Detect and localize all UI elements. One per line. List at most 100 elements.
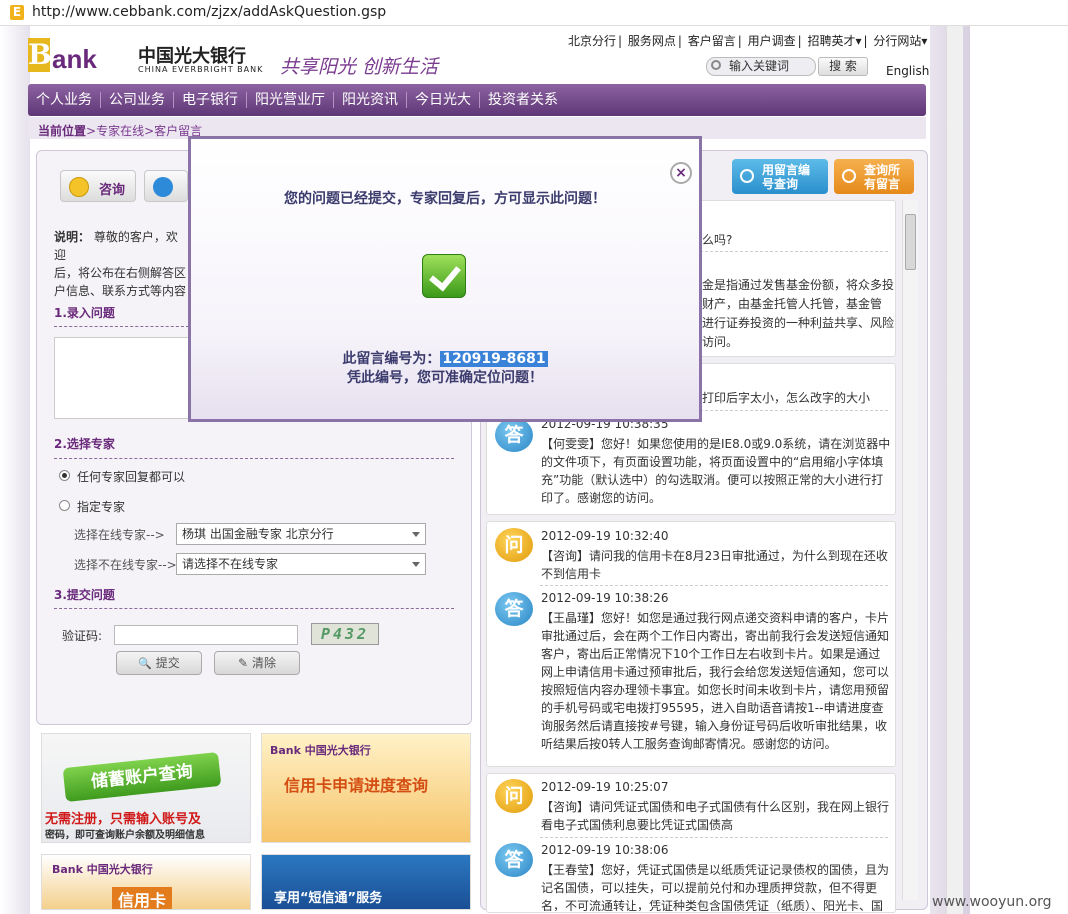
message-text: 【何雯雯】您好！如果您使用的是IE8.0或9.0系统，请在浏览器中的文件项下，有…	[541, 437, 891, 505]
ad-savings-query[interactable]: 储蓄账户查询 无需注册，只需输入账号及 密码，即可查询账户余额及明细信息	[41, 733, 251, 843]
ad-sms-service[interactable]: 享用“短信通”服务	[261, 854, 471, 910]
divider	[700, 251, 888, 252]
message-time: 2012-09-19 10:38:26	[541, 591, 669, 605]
submit-button[interactable]: 🔍 提交	[116, 651, 202, 675]
divider	[540, 585, 888, 586]
messages-scrollbar[interactable]	[902, 200, 918, 900]
divider	[54, 458, 454, 459]
radio-specific-expert[interactable]	[59, 500, 70, 511]
query-all-button[interactable]: 查询所 有留言	[834, 159, 914, 194]
close-icon[interactable]: ×	[670, 162, 692, 184]
toplink-jobs[interactable]: 招聘英才▾	[808, 34, 862, 48]
slogan: 共享阳光 创新生活	[280, 56, 439, 78]
nav-today[interactable]: 今日光大	[407, 92, 480, 108]
tab-second[interactable]	[144, 170, 188, 202]
message-id-label: 此留言编号为：	[342, 351, 441, 367]
partial-text: 财产，由基金托管人托管，基金管	[702, 297, 883, 311]
query-by-number-label: 用留言编 号查询	[762, 163, 811, 191]
watermark: www.wooyun.org	[932, 894, 1052, 910]
english-link[interactable]: English	[886, 64, 929, 78]
globe-icon	[153, 177, 173, 197]
ad-credit-logo: Bank 中国光大银行	[270, 744, 371, 757]
address-bar[interactable]: E http://www.cebbank.com/zjzx/addAskQues…	[0, 0, 1068, 26]
nav-corporate[interactable]: 公司业务	[101, 92, 174, 108]
search-icon: 🔍	[138, 657, 152, 670]
search-button[interactable]: 搜 索	[818, 57, 868, 76]
radio-any-expert-label: 任何专家回复都可以	[77, 470, 186, 484]
left-gutter	[0, 26, 30, 914]
nav-investor[interactable]: 投资者关系	[480, 92, 566, 108]
top-links: 北京分行 | 服务网点 | 客户留言 | 用户调查 | 招聘英才▾ | 分行网站▾	[568, 34, 928, 48]
captcha-input[interactable]	[114, 625, 298, 645]
message-text: 【王春莹】您好，凭证式国债是以纸质凭证记录债权的国债，且为记名国债，可以挂失，可…	[541, 863, 890, 911]
nav-ebank[interactable]: 电子银行	[174, 92, 247, 108]
query-all-label: 查询所 有留言	[864, 163, 901, 191]
submit-label: 提交	[155, 656, 180, 670]
search-input[interactable]: 输入关键词	[706, 57, 816, 76]
message-id: 120919-8681	[440, 351, 548, 367]
pencil-icon: ✎	[238, 656, 249, 670]
clear-button[interactable]: ✎ 清除	[214, 651, 300, 675]
message-text: 【咨询】请问凭证式国债和电子式国债有什么区别，我在网上银行看电子式国债利息要比凭…	[541, 800, 890, 832]
message-time: 2012-09-19 10:25:07	[541, 780, 669, 794]
ad-credit-card[interactable]: Bank 中国光大银行 信用卡	[41, 854, 251, 910]
tab-ask-label: 咨询	[99, 183, 126, 198]
captcha-image: P432	[311, 623, 379, 645]
message-id-line: 此留言编号为： 120919-8681	[190, 348, 700, 368]
tab-ask[interactable]: 咨询	[60, 170, 136, 202]
bank-logo-b: B	[28, 38, 52, 72]
section-choose-expert: 2.选择专家	[54, 437, 115, 451]
online-expert-label: 选择在线专家-->	[74, 528, 165, 542]
radio-any-expert[interactable]	[59, 470, 70, 481]
search-icon	[842, 169, 856, 183]
note-line-3: 户信息、联系方式等内容	[54, 284, 187, 298]
nav-personal[interactable]: 个人业务	[28, 92, 101, 108]
clear-label: 清除	[251, 656, 276, 670]
ad-credit-title: 信用卡申请进度查询	[284, 776, 429, 795]
answer-badge: 答	[495, 843, 533, 877]
answer-badge: 答	[495, 592, 533, 626]
chevron-down-icon	[412, 562, 420, 567]
message-text: 【王晶瑾】您好！如您是通过我行网点递交资料申请的客户，卡片审批通过后，会在两个工…	[541, 611, 890, 751]
partial-question: 打印后字太小，怎么改字的大小	[702, 391, 871, 405]
ad-credit-progress[interactable]: Bank 中国光大银行 信用卡申请进度查询	[261, 733, 471, 843]
partial-text: 访问。	[702, 335, 739, 349]
toplink-branch-sites[interactable]: 分行网站▾	[873, 34, 927, 48]
nav-news[interactable]: 阳光资讯	[334, 92, 407, 108]
chevron-down-icon	[412, 532, 420, 537]
divider	[54, 326, 189, 327]
offline-expert-label: 选择不在线专家-->	[74, 558, 177, 572]
instruction-note: 说明： 尊敬的客户，欢迎 后，将公布在右侧解答区 户信息、联系方式等内容	[54, 228, 189, 300]
ad-savings-line2: 密码，即可查询账户余额及明细信息	[45, 830, 205, 841]
breadcrumb-path[interactable]: >专家在线>客户留言	[86, 124, 202, 138]
toplink-messages[interactable]: 客户留言	[688, 34, 736, 48]
page-scrollbar[interactable]	[946, 26, 963, 914]
url-text[interactable]: http://www.cebbank.com/zjzx/addAskQuesti…	[32, 4, 386, 20]
note-line-2: 后，将公布在右侧解答区	[54, 266, 187, 280]
question-badge: 问	[495, 528, 533, 562]
smiley-icon	[69, 177, 89, 197]
note-label: 说明：	[54, 230, 91, 244]
question-badge: 问	[495, 779, 533, 813]
scrollbar-thumb[interactable]	[905, 214, 916, 270]
main-nav: 个人业务 公司业务 电子银行 阳光营业厅 阳光资讯 今日光大 投资者关系	[28, 84, 926, 116]
question-textarea[interactable]	[54, 337, 189, 419]
divider	[54, 608, 454, 609]
toplink-branches[interactable]: 服务网点	[628, 34, 676, 48]
answer-badge: 答	[495, 418, 533, 452]
divider	[540, 837, 888, 838]
message-time: 2012-09-19 10:38:06	[541, 843, 669, 857]
ad-card-logo: Bank 中国光大银行	[52, 863, 153, 876]
toplink-survey[interactable]: 用户调查	[748, 34, 796, 48]
toplink-beijing[interactable]: 北京分行	[568, 34, 616, 48]
query-by-number-button[interactable]: 用留言编 号查询	[732, 159, 828, 194]
online-expert-select[interactable]: 杨琪 出国金融专家 北京分行	[176, 523, 426, 545]
captcha-label: 验证码:	[62, 629, 103, 643]
nav-hall[interactable]: 阳光营业厅	[247, 92, 334, 108]
message-text: 【咨询】请问我的信用卡在8月23日审批通过，为什么到现在还收不到信用卡	[541, 549, 888, 581]
partial-text: 么吗?	[702, 233, 733, 247]
offline-expert-select[interactable]: 请选择不在线专家	[176, 553, 426, 575]
section-submit: 3.提交问题	[54, 588, 115, 602]
radio-specific-expert-label: 指定专家	[77, 500, 126, 514]
ad-sms-title: 享用“短信通”服务	[274, 891, 383, 906]
